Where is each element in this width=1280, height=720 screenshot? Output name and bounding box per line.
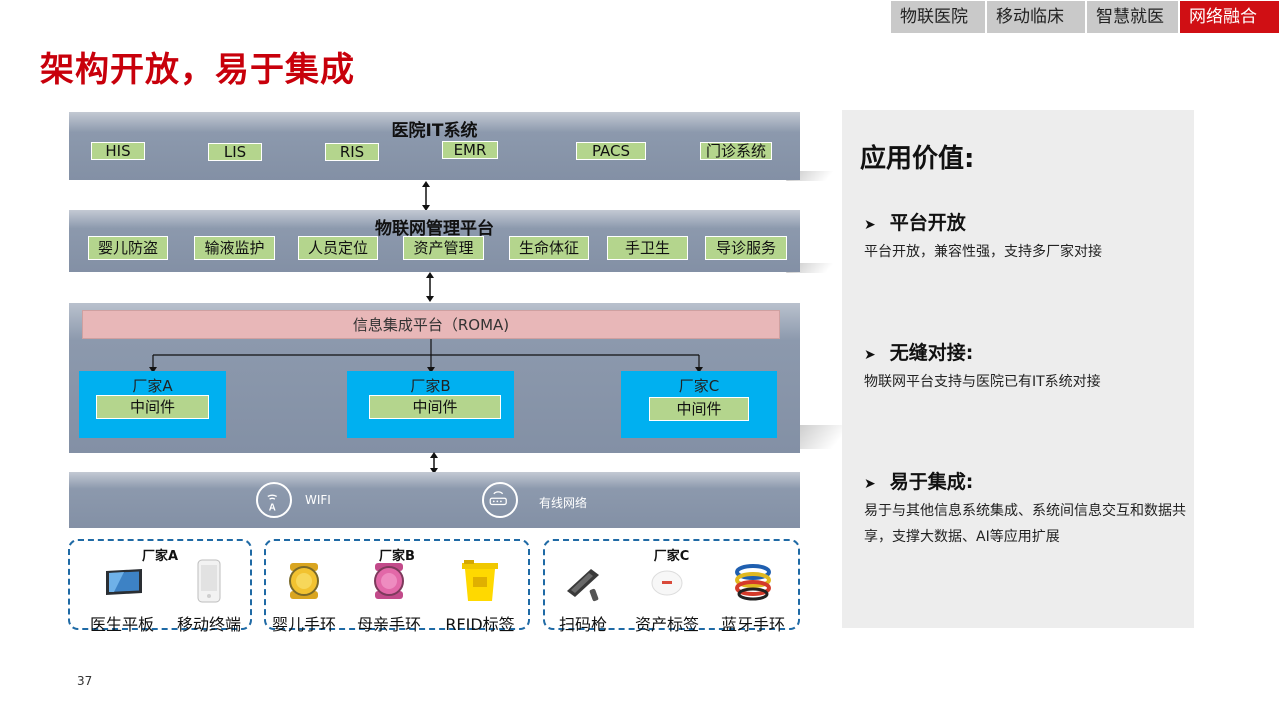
double-arrow-icon: [430, 452, 438, 474]
app-box-vital-signs: 生命体征: [509, 236, 589, 260]
connector-lines: [149, 339, 703, 373]
section-body: 物联网平台支持与医院已有IT系统对接: [864, 374, 1101, 390]
device-label: 蓝牙手环: [720, 615, 785, 634]
mobile-phone-icon: [197, 559, 221, 603]
app-box-hand-hygiene: 手卫生: [607, 236, 688, 260]
asset-tag-icon: [651, 570, 683, 596]
device-mother-band: 母亲手环: [357, 561, 421, 634]
value-panel: 应用价值: ➤ 平台开放 平台开放，兼容性强，支持多厂家对接 ➤ 无缝对接: 物联网…: [842, 110, 1194, 628]
section-body: 平台开放，兼容性强，支持多厂家对接: [864, 244, 1102, 260]
wifi-label: WIFI: [305, 493, 331, 507]
wired-network-label: 有线网络: [539, 496, 588, 510]
system-box-emr: EMR: [442, 141, 498, 159]
device-barcode-scanner: 扫码枪: [559, 563, 607, 634]
mother-band-icon: [374, 563, 404, 599]
section-heading-easy-integration: ➤ 易于集成:: [864, 467, 973, 494]
section-heading-seamless: ➤ 无缝对接:: [864, 338, 973, 365]
tab-mobile-clinical[interactable]: 移动临床: [987, 1, 1087, 33]
middleware-box: 中间件: [96, 395, 209, 419]
device-group-b: 厂家B 婴儿手环 母亲手环 RFID标签: [264, 539, 530, 634]
vendor-name: 厂家A: [132, 377, 173, 395]
device-label: 移动终端: [176, 615, 241, 634]
app-box-guidance: 导诊服务: [705, 236, 787, 260]
panel-title: 应用价值:: [860, 144, 975, 174]
tab-iot-hospital[interactable]: 物联医院: [891, 1, 987, 33]
system-box-pacs: PACS: [576, 142, 646, 160]
app-box-infusion-monitor: 输液监护: [194, 236, 275, 260]
tablet-icon: [106, 569, 142, 595]
device-bluetooth-band: 蓝牙手环: [721, 563, 785, 634]
page-title: 架构开放，易于集成: [40, 50, 355, 90]
system-box-ris: RIS: [325, 143, 379, 161]
section-heading-text: 无缝对接:: [889, 342, 974, 364]
rfid-tag-icon: [462, 560, 498, 601]
system-box-outpatient: 门诊系统: [700, 142, 772, 160]
vendor-box-b: 厂家B 中间件: [347, 371, 514, 438]
system-box-lis: LIS: [208, 143, 262, 161]
section-heading-open-platform: ➤ 平台开放: [864, 208, 966, 235]
barcode-scanner-icon: [567, 569, 599, 602]
vendor-box-a: 厂家A 中间件: [79, 371, 226, 438]
roma-platform-box: 信息集成平台（ROMA): [82, 310, 780, 339]
double-arrow-icon: [422, 181, 430, 211]
tab-smart-visit[interactable]: 智慧就医: [1087, 1, 1180, 33]
it-system-layer: 医院IT系统 HIS LIS RIS EMR PACS 门诊系统: [69, 112, 800, 180]
network-layer: A WIFI 有线网络: [69, 472, 800, 528]
device-group-name: 厂家C: [653, 549, 690, 564]
infant-band-icon: [289, 563, 319, 599]
vendor-box-c: 厂家C 中间件: [621, 371, 777, 438]
device-rfid-tag: RFID标签: [445, 559, 515, 634]
section-body: 易于与其他信息系统集成、系统间信息交互和数据共享，支撑大数据、AI等应用扩展: [864, 503, 1186, 545]
middleware-box: 中间件: [649, 397, 749, 421]
device-asset-tag: 资产标签: [635, 569, 699, 634]
svg-text:A: A: [269, 503, 276, 514]
section-heading-text: 易于集成:: [889, 471, 974, 493]
arrow-bullet-icon: ➤: [864, 217, 876, 233]
app-box-infant-security: 婴儿防盗: [88, 236, 168, 260]
device-group-a: 厂家A 医生平板 移动终端: [68, 539, 252, 634]
section-heading-text: 平台开放: [889, 212, 966, 234]
middleware-box: 中间件: [369, 395, 501, 419]
device-label: RFID标签: [445, 615, 515, 634]
app-box-asset-management: 资产管理: [403, 236, 484, 260]
system-box-his: HIS: [91, 142, 145, 160]
it-layer-title: 医院IT系统: [391, 121, 478, 141]
device-infant-band: 婴儿手环: [272, 561, 336, 634]
device-label: 母亲手环: [356, 615, 421, 634]
bluetooth-band-icon: [735, 564, 771, 601]
double-arrow-icon: [426, 272, 434, 302]
page-number: 37: [77, 674, 93, 688]
device-label: 医生平板: [89, 615, 154, 634]
iot-platform-layer: 物联网管理平台 婴儿防盗 输液监护 人员定位 资产管理 生命体征 手卫生 导诊服…: [69, 210, 800, 272]
device-label: 资产标签: [634, 615, 699, 634]
app-box-staff-location: 人员定位: [298, 236, 378, 260]
device-doctor-tablet: 医生平板: [90, 567, 154, 634]
tab-network-convergence[interactable]: 网络融合: [1180, 1, 1279, 33]
arrow-bullet-icon: ➤: [864, 476, 876, 492]
vendor-name: 厂家C: [678, 377, 720, 395]
device-group-c: 厂家C 扫码枪 资产标签 蓝牙手环: [543, 539, 800, 634]
device-mobile-terminal: 移动终端: [177, 559, 241, 634]
wifi-icon: A: [256, 482, 292, 518]
top-nav: 物联医院 移动临床 智慧就医 网络融合: [891, 1, 1279, 33]
router-icon: [482, 482, 518, 518]
arrow-bullet-icon: ➤: [864, 347, 876, 363]
vendor-name: 厂家B: [410, 377, 451, 395]
